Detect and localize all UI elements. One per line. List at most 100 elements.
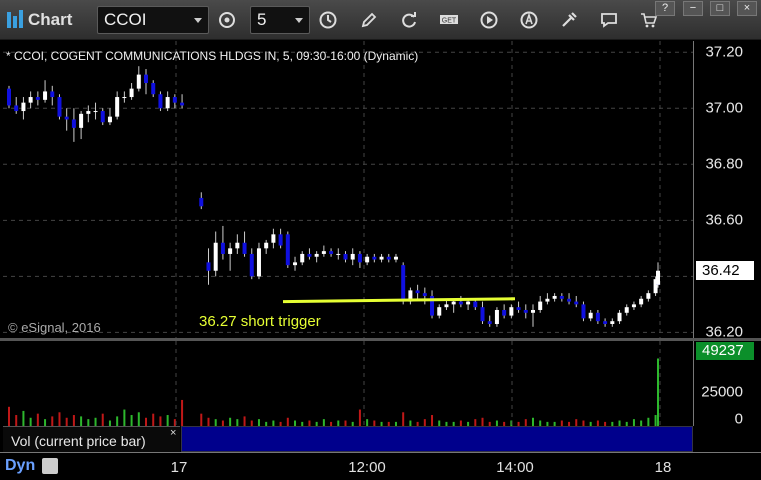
candle-body — [115, 97, 120, 117]
get-icon[interactable]: GET — [434, 6, 464, 34]
volume-bar — [130, 415, 133, 426]
candle-body — [293, 262, 298, 266]
time-tick-label: 18 — [654, 459, 672, 476]
close-icon[interactable]: × — [170, 427, 176, 439]
candle-body — [458, 301, 463, 305]
time-tick-label: 17 — [170, 459, 188, 476]
candle-body — [278, 234, 283, 246]
clock-icon[interactable] — [313, 6, 343, 34]
candle-body — [567, 298, 572, 302]
candle-body — [617, 312, 622, 322]
comment-icon[interactable] — [594, 6, 624, 34]
svg-text:GET: GET — [442, 18, 457, 25]
candle-body — [213, 242, 218, 271]
close-button[interactable]: × — [737, 1, 757, 16]
volume-bar — [654, 415, 657, 426]
candle-body — [35, 97, 40, 100]
volume-bar — [657, 358, 659, 426]
candle-body — [437, 307, 442, 316]
volume-bar — [166, 415, 169, 426]
time-tick-label: 14:00 — [496, 459, 534, 476]
candle-body — [444, 304, 449, 308]
volume-bar — [65, 417, 68, 426]
price-tick-label: 36.80 — [705, 155, 743, 173]
alert-icon[interactable] — [514, 6, 544, 34]
candle-body — [228, 248, 233, 254]
candle-body — [466, 301, 471, 305]
volume-bar — [524, 419, 527, 426]
chevron-down-icon[interactable] — [295, 18, 303, 23]
candle-body — [357, 253, 362, 263]
volume-chart[interactable] — [3, 341, 693, 426]
candle-body — [574, 301, 579, 305]
last-price-tag: 36.42 — [696, 260, 754, 280]
volume-bar — [214, 419, 217, 426]
volume-bar — [159, 416, 162, 426]
candle-body — [509, 307, 514, 316]
volume-bar — [51, 416, 54, 426]
candle-body — [256, 248, 261, 277]
candle-body — [523, 309, 528, 313]
candle-body — [122, 97, 127, 99]
candle-body — [28, 97, 33, 103]
candle-body — [144, 74, 149, 84]
trendline-annotation[interactable]: 36.27 short trigger — [199, 313, 321, 330]
minimize-button[interactable]: − — [683, 1, 703, 16]
interval-input[interactable]: 5 — [250, 6, 310, 34]
pencil-icon[interactable] — [354, 6, 384, 34]
symbol-input[interactable]: CCOI — [97, 6, 209, 34]
candle-body — [422, 293, 427, 296]
volume-bar — [80, 416, 83, 426]
price-chart[interactable] — [3, 41, 693, 338]
candle-body — [93, 111, 98, 113]
candle-body — [538, 301, 543, 310]
candle-body — [199, 197, 204, 207]
volume-tick-label: 25000 — [701, 383, 743, 401]
chevron-down-icon[interactable] — [194, 18, 202, 23]
volume-bar — [22, 410, 25, 426]
volume-bar — [145, 417, 148, 426]
candle-body — [86, 111, 91, 114]
candle-body — [285, 234, 290, 266]
lock-icon[interactable] — [42, 458, 58, 474]
volume-bar — [152, 413, 155, 426]
candle-body — [271, 234, 276, 243]
dynamic-mode-label[interactable]: Dyn — [5, 457, 35, 475]
refresh-icon[interactable] — [394, 6, 424, 34]
candle-body — [603, 321, 608, 324]
candle-body — [79, 113, 84, 128]
volume-bar — [647, 417, 650, 426]
candle-body — [343, 253, 348, 260]
candle-body — [220, 242, 225, 254]
maximize-button[interactable]: □ — [710, 1, 730, 16]
candle-body — [379, 256, 384, 260]
volume-bar — [431, 415, 434, 426]
volume-bar — [481, 417, 484, 426]
candle-body — [57, 97, 62, 117]
volume-bar — [286, 417, 289, 426]
volume-bar — [402, 412, 405, 426]
tools-icon[interactable] — [554, 6, 584, 34]
candle-body — [158, 94, 163, 109]
volume-bar — [575, 419, 578, 426]
toolbar: Chart CCOI 5 GET ? − □ × — [0, 0, 761, 40]
gear-icon[interactable] — [212, 6, 242, 34]
chart-title: * CCOI, COGENT COMMUNICATIONS HLDGS IN, … — [6, 49, 419, 63]
candle-body — [264, 242, 269, 249]
candle-body — [336, 253, 341, 255]
candle-body — [451, 301, 456, 305]
candle-body — [329, 251, 334, 254]
help-button[interactable]: ? — [655, 1, 675, 16]
play-icon[interactable] — [474, 6, 504, 34]
candle-body — [646, 293, 651, 299]
candle-body — [129, 88, 134, 98]
volume-bar — [15, 415, 18, 426]
volume-bar — [632, 419, 635, 426]
chart-logo-icon — [7, 10, 23, 28]
time-tick-label: 12:00 — [348, 459, 386, 476]
candle-body — [530, 309, 535, 313]
volume-bar — [116, 416, 119, 426]
candle-body — [552, 295, 557, 299]
candle-body — [494, 309, 499, 324]
candle-body — [487, 321, 492, 324]
